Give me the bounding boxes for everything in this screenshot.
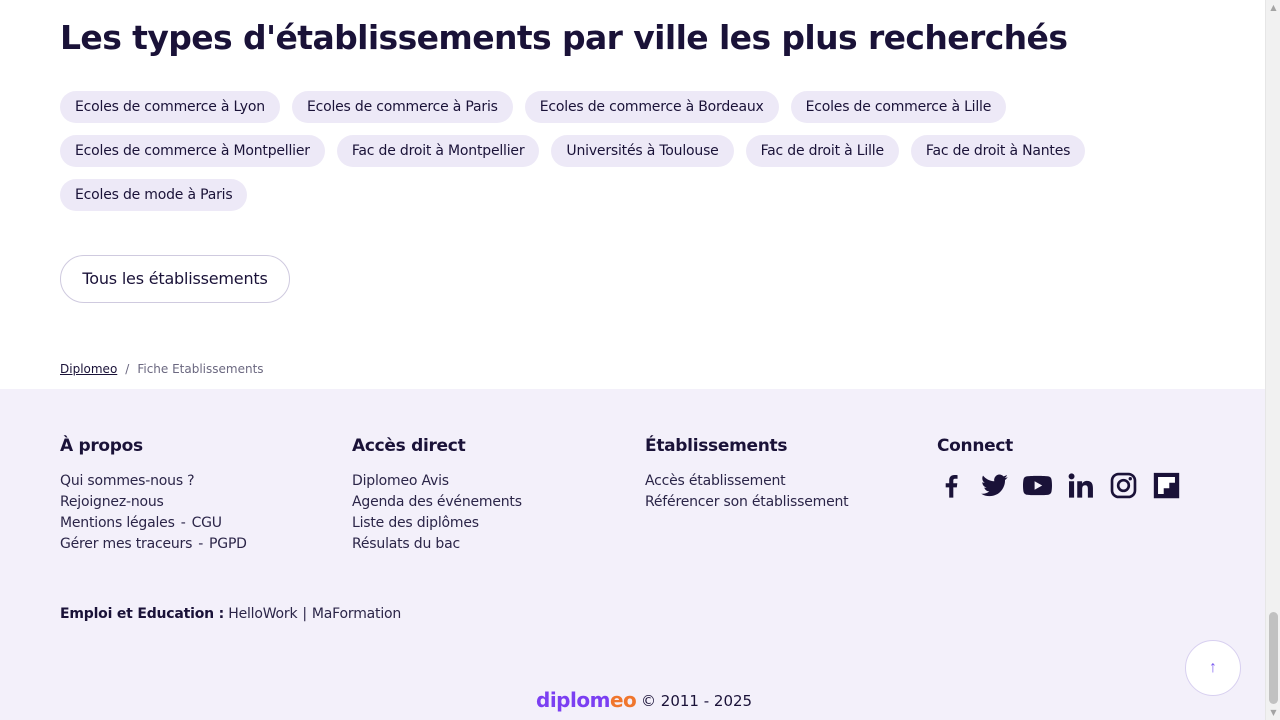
chip-ecoles-mode-paris[interactable]: Ecoles de mode à Paris [60,179,248,211]
chip-ecoles-commerce-montpellier[interactable]: Ecoles de commerce à Montpellier [60,135,325,167]
section-title: Les types d'établissements par ville les… [60,18,1068,57]
facebook-icon[interactable] [937,471,966,500]
flipboard-icon[interactable] [1152,471,1181,500]
chip-fac-droit-montpellier[interactable]: Fac de droit à Montpellier [336,135,540,167]
youtube-icon[interactable] [1023,471,1052,500]
diplomeo-avis-link[interactable]: Diplomeo Avis [352,471,522,492]
footer: À propos Qui sommes-nous ? Rejoignez-nou… [0,389,1265,720]
emploi-label: Emploi et Education : [60,606,224,622]
diplomeo-logo[interactable]: diplomeo [536,688,637,712]
agenda-evenements-link[interactable]: Agenda des événements [352,492,522,513]
chip-list: Ecoles de commerce à Lyon Ecoles de comm… [60,91,1160,223]
pipe-separator: | [302,606,307,622]
copyright-text: © 2011 - 2025 [641,692,753,710]
linkedin-icon[interactable] [1066,471,1095,500]
scroll-up-arrow-icon[interactable]: ▲ [1266,0,1280,15]
chip-ecoles-commerce-lille[interactable]: Ecoles de commerce à Lille [790,91,1007,123]
qui-sommes-nous-link[interactable]: Qui sommes-nous ? [60,471,247,492]
liste-diplomes-link[interactable]: Liste des diplômes [352,513,522,534]
scrollbar-thumb[interactable] [1269,612,1278,704]
chip-ecoles-commerce-paris[interactable]: Ecoles de commerce à Paris [291,91,513,123]
mentions-cgu-row: Mentions légales - CGU [60,513,247,534]
hellowork-link[interactable]: HelloWork [228,606,297,622]
chip-ecoles-commerce-lyon[interactable]: Ecoles de commerce à Lyon [60,91,280,123]
dash-separator: - [198,536,204,552]
chip-row: Ecoles de commerce à Montpellier Fac de … [60,135,1160,167]
breadcrumb-current: Fiche Etablissements [137,362,264,376]
gerer-traceurs-link[interactable]: Gérer mes traceurs [60,536,192,552]
chip-fac-droit-lille[interactable]: Fac de droit à Lille [745,135,899,167]
footer-acces-title: Accès direct [352,436,466,456]
mentions-legales-link[interactable]: Mentions légales [60,515,175,531]
footer-apropos-title: À propos [60,436,143,456]
social-links [937,471,1181,500]
chip-row: Ecoles de commerce à Lyon Ecoles de comm… [60,91,1160,123]
resultats-bac-link[interactable]: Résulats du bac [352,534,522,555]
breadcrumb-home-link[interactable]: Diplomeo [60,362,117,376]
maformation-link[interactable]: MaFormation [312,606,401,622]
footer-etablissements-title: Établissements [645,436,788,456]
all-establishments-button[interactable]: Tous les établissements [60,255,290,303]
footer-col-connect: Connect [937,436,1181,500]
twitter-icon[interactable] [980,471,1009,500]
chip-row: Ecoles de mode à Paris [60,179,1160,211]
referencer-etablissement-link[interactable]: Référencer son établissement [645,492,849,513]
scroll-down-arrow-icon[interactable]: ▼ [1266,705,1280,720]
chip-ecoles-commerce-bordeaux[interactable]: Ecoles de commerce à Bordeaux [524,91,779,123]
footer-col-apropos: À propos Qui sommes-nous ? Rejoignez-nou… [60,436,247,555]
dash-separator: - [180,515,186,531]
breadcrumb-separator: / [125,362,130,376]
footer-col-acces: Accès direct Diplomeo Avis Agenda des év… [352,436,522,555]
chip-fac-droit-nantes[interactable]: Fac de droit à Nantes [910,135,1086,167]
rejoignez-nous-link[interactable]: Rejoignez-nous [60,492,247,513]
cgu-link[interactable]: CGU [192,515,222,531]
traceurs-pgpd-row: Gérer mes traceurs - PGPD [60,534,247,555]
page: Les types d'établissements par ville les… [0,0,1265,720]
emploi-education-row: Emploi et Education : HelloWork | MaFormat… [60,606,401,622]
footer-col-etablissements: Établissements Accès établissement Référ… [645,436,849,513]
instagram-icon[interactable] [1109,471,1138,500]
acces-etablissement-link[interactable]: Accès établissement [645,471,848,492]
back-to-top-button[interactable]: ↑ [1185,640,1241,696]
pgpd-link[interactable]: PGPD [209,536,247,552]
footer-connect-title: Connect [937,436,1013,456]
chip-universites-toulouse[interactable]: Universités à Toulouse [551,135,734,167]
vertical-scrollbar[interactable]: ▲ ▼ [1265,0,1280,720]
arrow-up-icon: ↑ [1209,659,1217,676]
breadcrumb: Diplomeo / Fiche Etablissements [60,362,264,376]
copyright: diplomeo © 2011 - 2025 [536,688,752,712]
